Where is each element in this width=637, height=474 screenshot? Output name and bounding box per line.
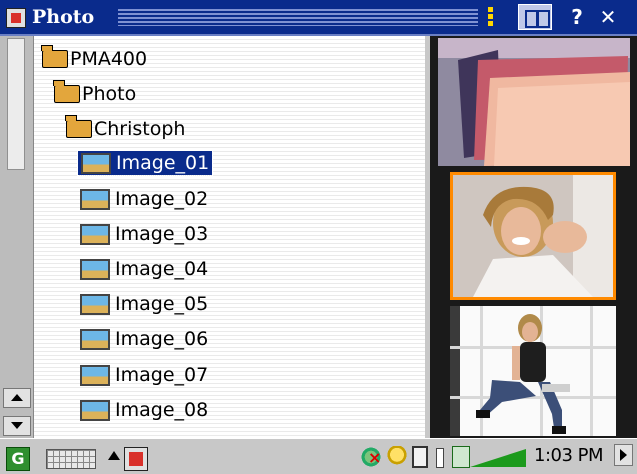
speaker-icon[interactable]	[452, 446, 470, 468]
image-file-icon	[80, 293, 110, 315]
tree-item-pma400[interactable]: PMA400	[41, 44, 148, 74]
image-file-icon	[80, 364, 110, 386]
image-01-thumbnail[interactable]	[450, 172, 616, 300]
file-name: Image_01	[116, 152, 210, 174]
image-file-icon	[81, 152, 111, 174]
folder-preview-thumbnail[interactable]	[438, 38, 630, 166]
tree-item-christoph[interactable]: Christoph	[65, 114, 186, 144]
scroll-up-button[interactable]	[3, 388, 31, 408]
title-stripes	[118, 9, 478, 26]
preview-pane	[430, 36, 637, 438]
tree-item-label: Image_01	[76, 150, 214, 176]
up-arrow-icon[interactable]	[108, 451, 120, 460]
title-bar: Photo ? ✕	[0, 0, 637, 36]
image-file-icon	[80, 188, 110, 210]
tree-item-image-03[interactable]: Image_03	[80, 219, 208, 249]
start-menu-button[interactable]: G	[6, 447, 30, 471]
scroll-thumb[interactable]	[7, 38, 25, 170]
scroll-down-button[interactable]	[3, 416, 31, 436]
close-button[interactable]: ✕	[596, 4, 620, 30]
view-toggle-button[interactable]	[518, 4, 552, 30]
network-disconnected-icon[interactable]	[360, 446, 382, 468]
tree-item-label: Photo	[82, 83, 137, 105]
photo-app-task-icon[interactable]	[124, 447, 148, 471]
image-02-thumbnail[interactable]	[450, 306, 616, 436]
tree-item-image-02[interactable]: Image_02	[80, 184, 208, 214]
file-tree: PMA400 Photo Christoph Image_01 Image_02…	[34, 36, 425, 438]
tree-item-image-05[interactable]: Image_05	[80, 289, 208, 319]
tree-item-photo[interactable]: Photo	[53, 79, 137, 109]
file-name: Image_08	[115, 399, 209, 421]
image-file-icon	[80, 399, 110, 421]
tray-expand-arrow-icon[interactable]	[614, 444, 633, 466]
help-button[interactable]: ?	[566, 4, 588, 30]
window-title: Photo	[32, 6, 95, 28]
battery-icon[interactable]	[436, 448, 444, 468]
tree-item-image-07[interactable]: Image_07	[80, 360, 208, 390]
tree-item-image-06[interactable]: Image_06	[80, 324, 208, 354]
image-file-icon	[80, 223, 110, 245]
file-name: Image_05	[115, 293, 209, 315]
photo-app-icon	[6, 8, 26, 28]
file-name: Image_03	[115, 223, 209, 245]
folder-icon	[65, 115, 92, 138]
image-file-icon	[80, 258, 110, 280]
vertical-scrollbar[interactable]	[0, 36, 34, 438]
file-name: Image_06	[115, 328, 209, 350]
tree-item-image-04[interactable]: Image_04	[80, 254, 208, 284]
image-file-icon	[80, 328, 110, 350]
file-name: Image_07	[115, 364, 209, 386]
backlight-bulb-icon[interactable]	[386, 446, 408, 468]
volume-level-icon[interactable]	[470, 449, 526, 467]
tree-item-label: PMA400	[70, 48, 148, 70]
tree-item-image-08[interactable]: Image_08	[80, 395, 208, 425]
file-name: Image_04	[115, 258, 209, 280]
folder-icon	[53, 80, 80, 103]
clipboard-icon[interactable]	[412, 446, 428, 468]
file-name: Image_02	[115, 188, 209, 210]
clock[interactable]: 1:03 PM	[534, 445, 604, 466]
folder-icon	[41, 45, 68, 68]
menu-dots-icon[interactable]	[484, 4, 496, 30]
tree-item-label: Christoph	[94, 118, 186, 140]
tree-item-image-01[interactable]: Image_01	[76, 148, 214, 178]
keyboard-icon[interactable]	[46, 449, 96, 469]
